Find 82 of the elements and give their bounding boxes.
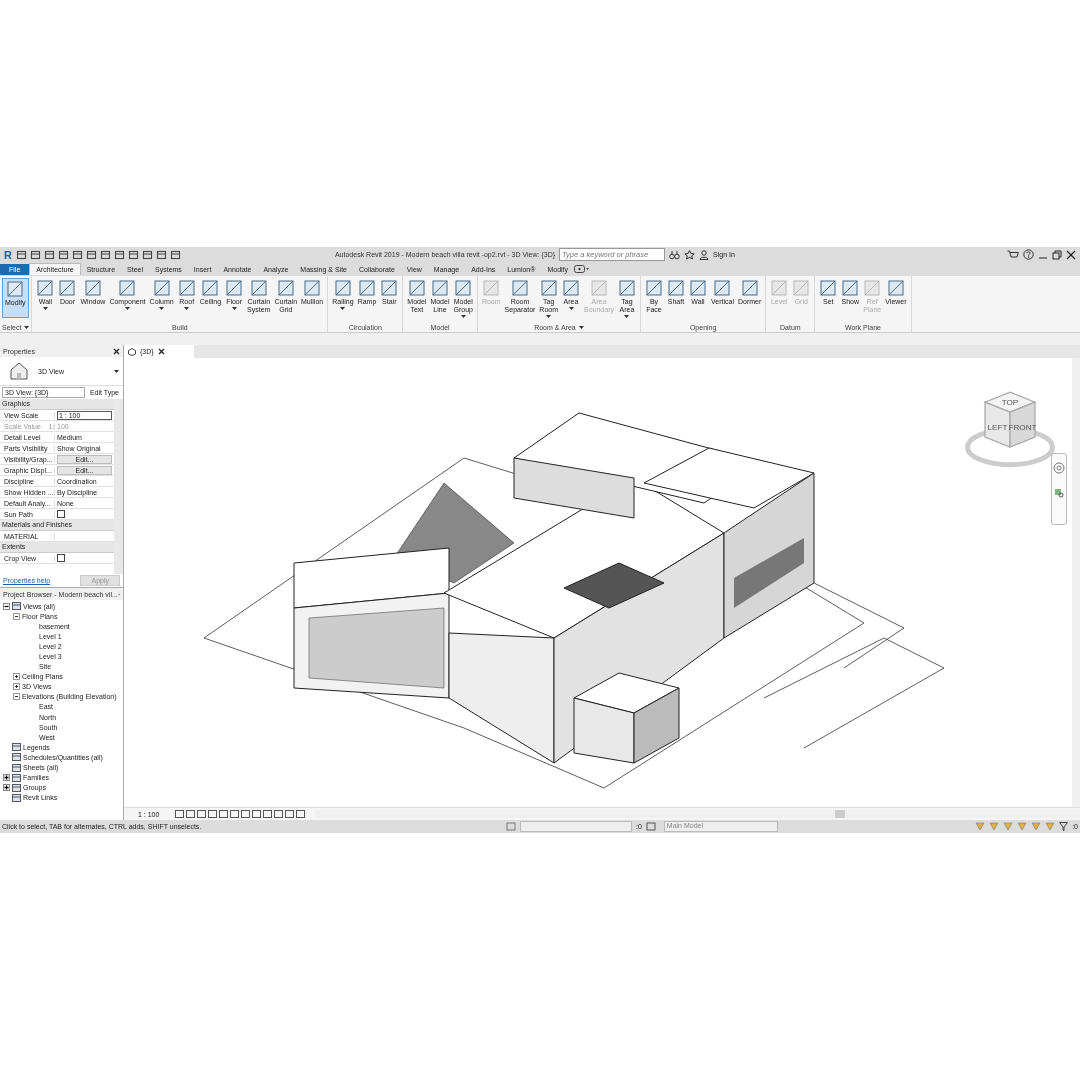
expand-icon[interactable] [3, 784, 10, 792]
expand-icon[interactable] [13, 673, 20, 681]
caret-icon[interactable] [42, 307, 48, 310]
tool-icon [886, 279, 905, 297]
caret-icon[interactable] [184, 307, 190, 310]
caret-icon[interactable] [159, 307, 165, 310]
caret-icon[interactable] [231, 307, 237, 310]
browser-node-icon [12, 743, 21, 752]
collapse-icon[interactable] [3, 602, 10, 610]
app-logo[interactable]: R [4, 248, 12, 261]
cube-icon [128, 347, 136, 356]
help-icon[interactable] [1023, 249, 1034, 260]
view-cube-drawing[interactable]: TOP LEFT FRONT [960, 382, 1060, 476]
browser-node-icon [12, 602, 21, 611]
tool-icon [689, 279, 707, 297]
tool-icon [792, 279, 811, 297]
tool-icon [225, 279, 244, 297]
vertical-scrollbar[interactable] [1072, 358, 1080, 807]
tool-icon [819, 279, 838, 297]
navigation-bar[interactable] [1051, 453, 1067, 525]
tool-icon [303, 279, 322, 297]
caret-icon[interactable] [124, 307, 130, 310]
tool-icon [58, 279, 77, 297]
tool-icon [201, 279, 220, 297]
tool-icon [454, 279, 473, 297]
tool-icon [770, 279, 789, 297]
tool-icon [618, 279, 636, 297]
tool-icon [249, 279, 268, 297]
horizontal-scrollbar[interactable] [315, 810, 1080, 818]
collapse-icon[interactable] [13, 612, 20, 620]
design-options-icon[interactable] [645, 822, 656, 831]
browser-node-icon [12, 773, 21, 782]
tool-icon [407, 279, 426, 297]
house-icon [8, 361, 30, 381]
tool-icon [380, 279, 399, 297]
binoculars-icon[interactable] [669, 249, 681, 260]
restore-icon[interactable] [1052, 249, 1062, 260]
tool-icon [333, 279, 352, 297]
caret-icon[interactable] [546, 315, 552, 318]
tool-icon [667, 279, 685, 297]
browser-node-icon [12, 793, 21, 802]
expand-icon[interactable] [3, 774, 10, 782]
tool-icon [645, 279, 663, 297]
caret-icon[interactable] [624, 315, 630, 318]
browser-node-icon [12, 763, 21, 772]
caret-icon[interactable] [24, 325, 30, 329]
caret-icon[interactable] [114, 369, 119, 373]
star-icon[interactable] [684, 249, 696, 260]
tool-icon [276, 279, 295, 297]
tool-icon [863, 279, 882, 297]
tool-icon [357, 279, 376, 297]
tool-icon [36, 279, 55, 297]
tool-icon [430, 279, 449, 297]
caret-icon[interactable] [340, 307, 346, 310]
tool-icon [590, 279, 608, 297]
cart-icon[interactable] [1007, 249, 1019, 260]
tool-icon [177, 279, 196, 297]
tool-icon [713, 279, 732, 297]
tool-icon [510, 279, 529, 297]
tool-icon [152, 279, 171, 297]
tool-icon [841, 279, 860, 297]
zoom-icon[interactable] [1054, 488, 1064, 498]
tool-icon [740, 279, 759, 297]
collapse-icon[interactable] [13, 693, 20, 701]
property-checkbox[interactable] [57, 509, 65, 518]
filter-icon[interactable] [1059, 822, 1069, 831]
property-checkbox[interactable] [57, 553, 65, 562]
tool-icon [482, 279, 501, 297]
caret-icon[interactable] [460, 315, 466, 318]
browser-node-icon [12, 753, 21, 762]
tool-icon [118, 279, 137, 297]
tool-icon [6, 280, 25, 298]
caret-icon[interactable] [568, 307, 574, 310]
browser-node-icon [12, 783, 21, 792]
expand-icon[interactable] [13, 683, 20, 691]
tool-icon [562, 279, 580, 297]
steering-wheel-icon[interactable] [1053, 462, 1065, 474]
caret-icon[interactable] [578, 325, 584, 329]
tool-icon [83, 279, 102, 297]
user-icon[interactable] [699, 249, 710, 260]
panel-toggle-icon[interactable] [574, 265, 591, 273]
tool-icon [539, 279, 558, 297]
